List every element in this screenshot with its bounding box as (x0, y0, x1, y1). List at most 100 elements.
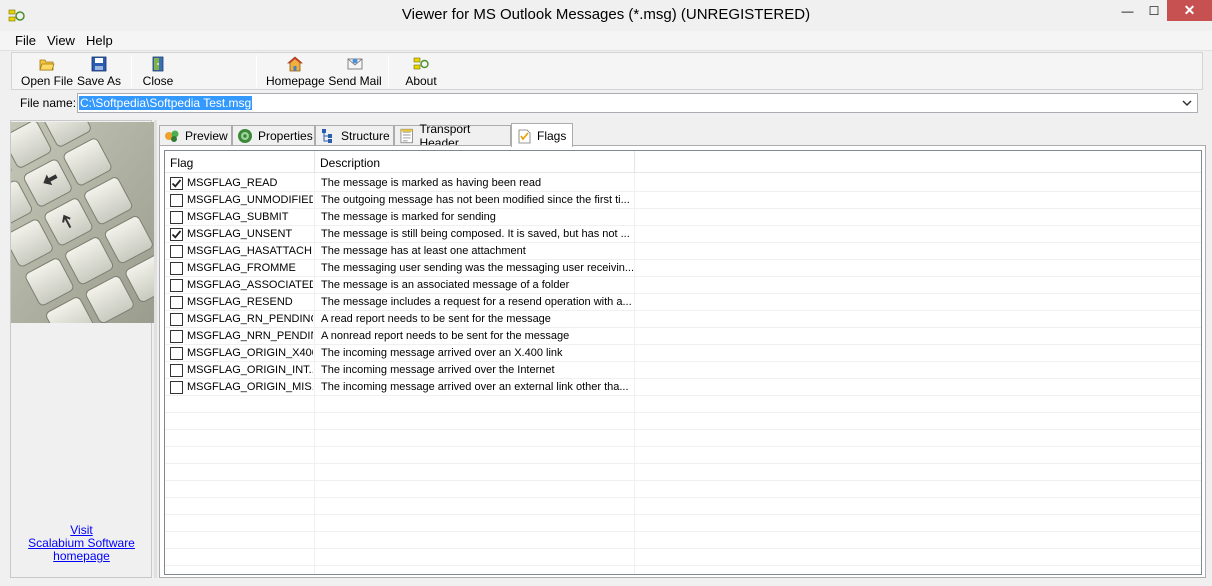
table-row[interactable]: MSGFLAG_RESEND The message includes a req… (165, 294, 1201, 311)
flag-description: The message includes a request for a res… (321, 296, 632, 308)
open-file-label: Open File (20, 74, 74, 88)
structure-icon (322, 129, 332, 143)
tab-transport-header[interactable]: Transport Header (394, 122, 511, 150)
menu-view[interactable]: View (47, 33, 75, 48)
table-row[interactable]: MSGFLAG_ORIGIN_INT... The incoming messag… (165, 362, 1201, 379)
table-row[interactable]: MSGFLAG_UNSENT The message is still being… (165, 226, 1201, 243)
flag-checkbox[interactable] (170, 194, 183, 207)
table-row[interactable]: MSGFLAG_READ The message is marked as hav… (165, 175, 1201, 192)
flag-description: The message is marked for sending (321, 211, 496, 223)
tab-flags[interactable]: Flags (511, 123, 573, 147)
table-row[interactable]: MSGFLAG_ASSOCIATED The message is an asso… (165, 277, 1201, 294)
table-row[interactable]: MSGFLAG_SUBMIT The message is marked for … (165, 209, 1201, 226)
maximize-button[interactable]: ☐ (1141, 0, 1167, 21)
flag-checkbox[interactable] (170, 330, 183, 343)
flag-description: A nonread report needs to be sent for th… (321, 330, 570, 342)
empty-row (165, 396, 1201, 413)
flag-checkbox[interactable] (170, 177, 183, 190)
flag-checkbox[interactable] (170, 245, 183, 258)
empty-row (165, 413, 1201, 430)
flag-checkbox[interactable] (170, 211, 183, 224)
close-window-button[interactable]: ✕ (1167, 0, 1212, 21)
close-file-button[interactable]: Close (138, 54, 178, 89)
flag-description: The outgoing message has not been modifi… (321, 194, 630, 206)
flag-name: MSGFLAG_UNSENT (187, 228, 293, 240)
flag-name: MSGFLAG_ORIGIN_MIS... (187, 381, 313, 393)
empty-row (165, 515, 1201, 532)
table-row[interactable]: MSGFLAG_ORIGIN_MIS... The incoming messag… (165, 379, 1201, 396)
send-mail-label: Send Mail (328, 74, 382, 88)
tab-properties[interactable]: Properties (232, 125, 315, 146)
about-button[interactable]: About (400, 54, 442, 89)
flag-checkbox[interactable] (170, 296, 183, 309)
empty-row (165, 532, 1201, 549)
homepage-label: Homepage (266, 74, 325, 88)
flag-name: MSGFLAG_HASATTACH (187, 245, 312, 257)
close-door-icon (152, 56, 164, 72)
flag-checkbox[interactable] (170, 313, 183, 326)
file-name-combo[interactable]: C:\Softpedia\Softpedia Test.msg (77, 93, 1198, 113)
table-row[interactable]: MSGFLAG_RN_PENDING A read report needs to… (165, 311, 1201, 328)
home-icon (287, 56, 303, 72)
minimize-button[interactable]: — (1114, 0, 1141, 21)
table-row[interactable]: MSGFLAG_UNMODIFIED The outgoing message h… (165, 192, 1201, 209)
flag-checkbox[interactable] (170, 381, 183, 394)
list-header: Flag Description (165, 151, 1201, 173)
toolbar-separator (256, 55, 257, 87)
flag-name: MSGFLAG_RN_PENDING (187, 313, 313, 325)
send-mail-button[interactable]: Send Mail (328, 54, 382, 89)
tab-label: Structure (341, 129, 390, 143)
homepage-link[interactable]: Visit Scalabium Software homepage (11, 524, 152, 563)
tab-structure[interactable]: Structure (315, 125, 394, 146)
flag-description: The message is still being composed. It … (321, 228, 630, 240)
flag-name: MSGFLAG_FROMME (187, 262, 296, 274)
about-label: About (405, 74, 437, 88)
table-row[interactable]: MSGFLAG_NRN_PENDING A nonread report need… (165, 328, 1201, 345)
file-name-label: File name: (20, 96, 77, 110)
table-row[interactable]: MSGFLAG_HASATTACH The message has at leas… (165, 243, 1201, 260)
flag-name: MSGFLAG_ASSOCIATED (187, 279, 313, 291)
flag-description: A read report needs to be sent for the m… (321, 313, 551, 325)
homepage-button[interactable]: Homepage (266, 54, 325, 89)
chevron-down-icon[interactable] (1180, 96, 1194, 110)
menu-bar: File View Help (0, 31, 1212, 51)
flag-description: The incoming message arrived over the In… (321, 364, 555, 376)
table-row[interactable]: MSGFLAG_FROMME The messaging user sending… (165, 260, 1201, 277)
close-file-label: Close (142, 74, 174, 88)
flag-description: The incoming message arrived over an ext… (321, 381, 629, 393)
checkmark-icon (171, 230, 182, 239)
panel-splitter[interactable] (154, 120, 157, 578)
flag-checkbox[interactable] (170, 262, 183, 275)
save-as-button[interactable]: Save As (76, 54, 122, 89)
flag-checkbox[interactable] (170, 347, 183, 360)
toolbar: Open File Save As Close Homepage Send Ma… (11, 52, 1203, 90)
flag-checkbox[interactable] (170, 364, 183, 377)
file-name-bar: File name: C:\Softpedia\Softpedia Test.m… (11, 91, 1203, 115)
toolbar-separator (131, 55, 132, 87)
open-file-button[interactable]: Open File (20, 54, 74, 89)
column-header-flag[interactable]: Flag (165, 151, 315, 173)
flags-list[interactable]: Flag Description MSGFLAG_READ The message… (164, 150, 1202, 575)
flags-icon (518, 129, 531, 143)
flags-tab-panel: Flag Description MSGFLAG_READ The message… (159, 145, 1206, 578)
tab-label: Properties (258, 129, 313, 143)
file-name-value[interactable]: C:\Softpedia\Softpedia Test.msg (79, 96, 253, 110)
tab-preview[interactable]: Preview (159, 125, 232, 146)
save-as-label: Save As (76, 74, 122, 88)
keyboard-image (11, 122, 154, 323)
homepage-link-line[interactable]: homepage (11, 550, 152, 563)
window-title: Viewer for MS Outlook Messages (*.msg) (… (401, 6, 811, 23)
flag-name: MSGFLAG_RESEND (187, 296, 293, 308)
transport-header-icon (400, 128, 413, 144)
column-header-description[interactable]: Description (315, 151, 635, 173)
empty-row (165, 430, 1201, 447)
flag-checkbox[interactable] (170, 228, 183, 241)
menu-help[interactable]: Help (86, 33, 113, 48)
empty-row (165, 464, 1201, 481)
properties-icon (238, 129, 252, 143)
empty-row (165, 481, 1201, 498)
table-row[interactable]: MSGFLAG_ORIGIN_X400 The incoming message … (165, 345, 1201, 362)
menu-file[interactable]: File (15, 33, 36, 48)
flag-checkbox[interactable] (170, 279, 183, 292)
flag-description: The message has at least one attachment (321, 245, 526, 257)
